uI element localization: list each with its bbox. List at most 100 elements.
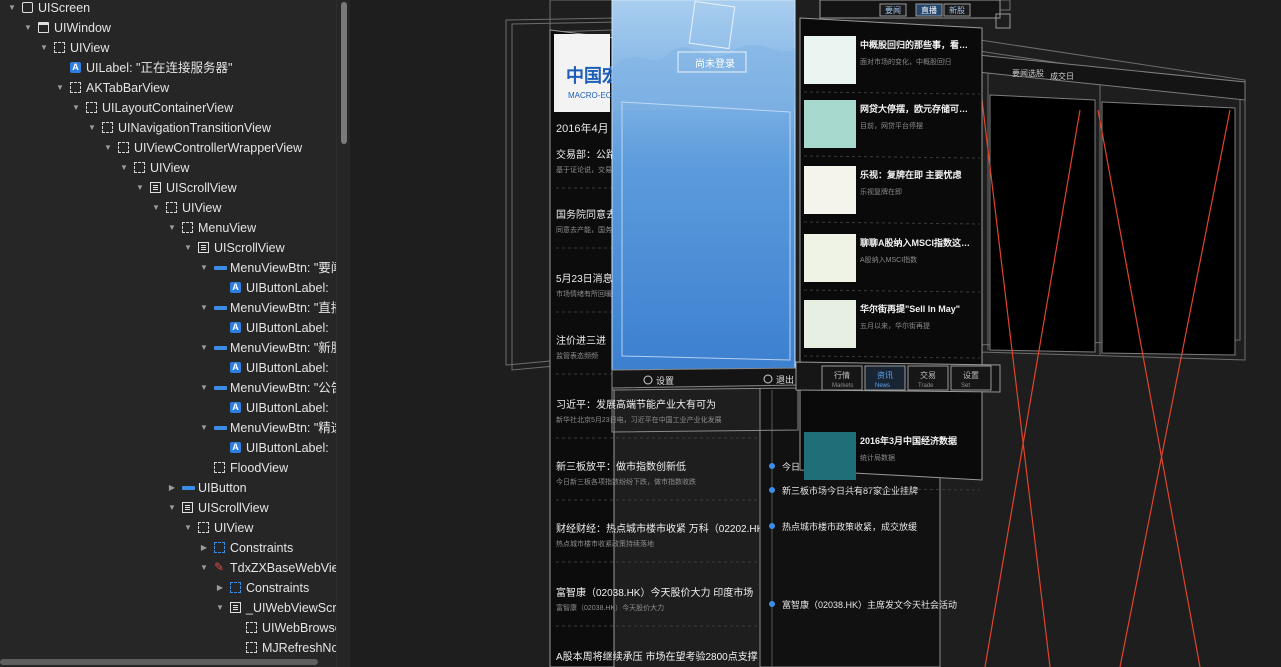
right-news-title: 聊聊A股纳入MSCI指数这… [860, 237, 970, 248]
disclosure-expanded-icon[interactable]: ▼ [102, 138, 114, 158]
scroll-icon [230, 602, 241, 613]
date-text: 2016年4月 [556, 121, 609, 135]
button-icon [214, 346, 227, 350]
tree-row[interactable]: ▶ Constraints [0, 578, 336, 598]
tree-row[interactable]: ▼ UIView [0, 158, 336, 178]
disclosure-expanded-icon[interactable]: ▼ [166, 218, 178, 238]
disclosure-expanded-icon[interactable]: ▼ [198, 418, 210, 438]
label-icon: A [230, 402, 241, 413]
view-icon [182, 222, 193, 233]
tree-row-label: UIScrollView [214, 241, 285, 255]
left-news-body: 同意去产能，国务院 [556, 225, 619, 234]
left-news-body: 市场情绪有所回暖 [556, 289, 612, 298]
disclosure-expanded-icon[interactable]: ▼ [198, 298, 210, 318]
tree-row[interactable]: ▼ MenuViewBtn: "要闻" [0, 258, 336, 278]
view-icon [70, 82, 81, 93]
tree-row[interactable]: ▼ UIView [0, 518, 336, 538]
tree-row[interactable]: A UILabel: "正在连接服务器" [0, 58, 336, 78]
hierarchy-vertical-scrollbar[interactable] [336, 0, 351, 667]
tree-row[interactable]: A UIButtonLabel: [0, 398, 336, 418]
tree-row[interactable]: A UIButtonLabel: [0, 438, 336, 458]
tree-row[interactable]: ▶ Constraints [0, 538, 336, 558]
disclosure-expanded-icon[interactable]: ▼ [198, 378, 210, 398]
disclosure-expanded-icon[interactable]: ▼ [118, 158, 130, 178]
disclosure-expanded-icon[interactable]: ▼ [70, 98, 82, 118]
disclosure-expanded-icon[interactable]: ▼ [166, 498, 178, 518]
news-thumbnail [804, 166, 856, 214]
left-news-title: 交易部：公路 [556, 148, 616, 161]
left-news-title: 习近平：发展高端节能产业大有可为 [556, 398, 716, 411]
tree-row[interactable]: ▼ MenuViewBtn: "公告" [0, 378, 336, 398]
tree-row[interactable]: ▼ UIViewControllerWrapperView [0, 138, 336, 158]
view-hierarchy-panel[interactable]: ▼ UIScreen ▼ UIWindow ▼ UIView A UILabel: "正在连接… [0, 0, 336, 667]
tree-row[interactable]: ▼ UIScrollView [0, 498, 336, 518]
scroll-icon [198, 242, 209, 253]
scroll-icon [182, 502, 193, 513]
disclosure-expanded-icon[interactable]: ▼ [22, 18, 34, 38]
tree-row[interactable]: ▼ _UIWebViewScrollView [0, 598, 336, 618]
tree-row[interactable]: ▼ UIScrollView [0, 178, 336, 198]
tree-row[interactable]: ▼ UIView [0, 198, 336, 218]
disclosure-expanded-icon[interactable]: ▼ [6, 0, 18, 18]
tree-row[interactable]: A UIButtonLabel: [0, 278, 336, 298]
tree-row[interactable]: ▼ UIView [0, 38, 336, 58]
disclosure-expanded-icon[interactable]: ▼ [198, 338, 210, 358]
right-news-body: 统计局数据 [860, 453, 895, 462]
tree-row[interactable]: ▼ UINavigationTransitionView [0, 118, 336, 138]
button-icon [182, 486, 195, 490]
disclosure-expanded-icon[interactable]: ▼ [198, 558, 210, 578]
left-news-body: 监管表态频频 [556, 351, 598, 360]
tree-row[interactable]: ▼ UIScreen [0, 0, 336, 18]
tree-row[interactable]: ▼ UILayoutContainerView [0, 98, 336, 118]
disclosure-expanded-icon[interactable]: ▼ [198, 258, 210, 278]
disclosure-expanded-icon[interactable]: ▼ [86, 118, 98, 138]
tree-row-label: MenuView [198, 221, 257, 235]
tree-row[interactable]: ▼ MenuViewBtn: "新股" [0, 338, 336, 358]
tree-row[interactable]: ▼ UIWindow [0, 18, 336, 38]
tree-row-label: MenuViewBtn: "精选" [230, 421, 336, 435]
right-news-body: 五月以来，华尔街再提 [860, 321, 930, 330]
label-icon: A [230, 362, 241, 373]
tree-row[interactable]: FloodView [0, 458, 336, 478]
tree-row-label: UIView [150, 161, 190, 175]
hierarchy-scroll-thumb[interactable] [341, 2, 347, 144]
disclosure-expanded-icon[interactable]: ▼ [214, 598, 226, 618]
news-thumbnail [804, 432, 856, 480]
tree-row-label: UIViewControllerWrapperView [134, 141, 303, 155]
tree-row-label: UIView [214, 521, 254, 535]
feed-item-text: 新三板市场今日共有87家企业挂牌 [782, 485, 918, 496]
tree-row[interactable]: MJRefreshNormalHeader [0, 638, 336, 658]
tree-row-label: UIWebBrowserView [262, 621, 336, 635]
exploded-3d-canvas[interactable]: 要闻选股 成交日 中国宏 MACRO-ECO 2016年4月 交易部：公路 基于证… [350, 0, 1281, 667]
top-right-caption-0: 要闻选股 [1012, 68, 1044, 78]
disclosure-expanded-icon[interactable]: ▼ [134, 178, 146, 198]
tree-row[interactable]: ▼ MenuViewBtn: "精选" [0, 418, 336, 438]
tree-row[interactable]: ▼ ✎ TdxZXBaseWebView [0, 558, 336, 578]
disclosure-expanded-icon[interactable]: ▼ [54, 78, 66, 98]
tree-row-label: _UIWebViewScrollView [246, 601, 336, 615]
tree-row[interactable]: ▼ MenuView [0, 218, 336, 238]
tree-row[interactable]: ▼ MenuViewBtn: "直播" [0, 298, 336, 318]
disclosure-collapsed-icon[interactable]: ▶ [214, 578, 226, 598]
tab-bar-label: 交易 [920, 370, 936, 380]
tree-row[interactable]: ▼ UIScrollView [0, 238, 336, 258]
right-news-title: 2016年3月中国经济数据 [860, 435, 957, 446]
tree-row[interactable]: ▼ AKTabBarView [0, 78, 336, 98]
disclosure-expanded-icon[interactable]: ▼ [182, 518, 194, 538]
right-news-body: 面对市场的变化，中概股回归 [860, 57, 951, 66]
tree-row[interactable]: ▶ UIButton [0, 478, 336, 498]
tree-row[interactable]: A UIButtonLabel: [0, 358, 336, 378]
disclosure-collapsed-icon[interactable]: ▶ [198, 538, 210, 558]
disclosure-collapsed-icon[interactable]: ▶ [166, 478, 178, 498]
view-icon [102, 122, 113, 133]
tree-row-label: TdxZXBaseWebView [230, 561, 336, 575]
tree-row[interactable]: UIWebBrowserView [0, 618, 336, 638]
tree-row-label: MenuViewBtn: "要闻" [230, 261, 336, 275]
right-news-body: 乐视复牌在即 [860, 187, 902, 196]
disclosure-expanded-icon[interactable]: ▼ [182, 238, 194, 258]
disclosure-expanded-icon[interactable]: ▼ [150, 198, 162, 218]
tree-row[interactable]: A UIButtonLabel: [0, 318, 336, 338]
hierarchy-horizontal-scrollbar[interactable] [0, 659, 318, 665]
tab-bar-label: 资讯 [877, 370, 893, 380]
disclosure-expanded-icon[interactable]: ▼ [38, 38, 50, 58]
